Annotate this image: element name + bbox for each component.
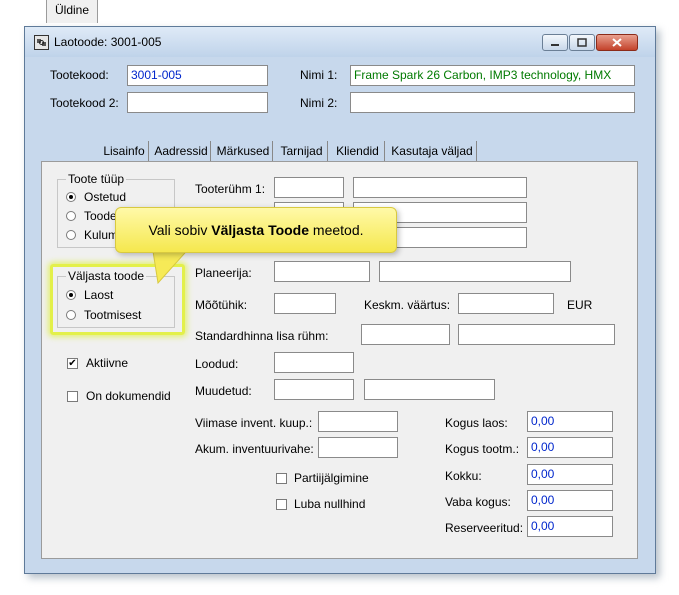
keskm-vaartus-field[interactable] (458, 293, 554, 314)
tab-kliendid[interactable]: Kliendid (331, 141, 385, 162)
maximize-icon (577, 38, 587, 47)
toote-tyyp-title: Toote tüüp (66, 172, 127, 186)
qty-field-kokku[interactable]: 0,00 (527, 464, 613, 485)
radio-kulum-label: Kulum (84, 228, 119, 242)
nimi1-label: Nimi 1: (300, 68, 338, 82)
planeerija-name-field[interactable] (379, 261, 571, 282)
muudetud-user-field[interactable] (364, 379, 495, 400)
aktiivne-label: Aktiivne (86, 356, 129, 370)
radio-toode-label: Toode (84, 209, 117, 223)
standardhinna-name-field[interactable] (458, 324, 615, 345)
tab-label: Kasutaja väljad (391, 144, 473, 158)
viimase-invent-label: Viimase invent. kuup.: (195, 416, 313, 430)
tab-label: Üldine (54, 3, 90, 17)
planeerija-code-field[interactable] (274, 261, 370, 282)
minimize-icon (551, 44, 559, 46)
qty-field-vaba-kogus[interactable]: 0,00 (527, 490, 613, 511)
loodud-label: Loodud: (195, 357, 239, 371)
qty-field-kogus-laos[interactable]: 0,00 (527, 411, 613, 432)
tab-label: Märkused (216, 144, 270, 158)
window-title: Laotoode: 3001-005 (54, 35, 162, 49)
muudetud-label: Muudetud: (195, 384, 252, 398)
tootekood2-label: Tootekood 2: (50, 96, 119, 110)
radio-kulum[interactable] (66, 230, 76, 240)
radio-toode[interactable] (66, 211, 76, 221)
tooteryhm1-label: Tooterühm 1: (195, 182, 266, 196)
luba-nullhind-checkbox[interactable] (276, 499, 287, 510)
maximize-button[interactable] (569, 34, 595, 51)
qty-label-reserveeritud: Reserveeritud: (445, 521, 524, 535)
qty-label-kogus-laos: Kogus laos: (445, 416, 508, 430)
mootyhik-field[interactable] (274, 293, 336, 314)
on-dokumendid-label: On dokumendid (86, 389, 171, 403)
standardhinna-code-field[interactable] (361, 324, 450, 345)
akum-invent-label: Akum. inventuurivahe: (195, 442, 314, 456)
close-icon (612, 38, 622, 47)
callout-suffix: meetod. (309, 222, 364, 238)
aktiivne-checkbox[interactable]: ✔ (67, 358, 78, 369)
tab-kasutaja-valjad[interactable]: Kasutaja väljad (388, 141, 477, 162)
title-bar[interactable]: Laotoode: 3001-005 (25, 27, 655, 57)
app-icon (34, 35, 49, 50)
minimize-button[interactable] (542, 34, 568, 51)
instruction-callout: Vali sobiv Väljasta Toode meetod. (115, 207, 397, 253)
on-dokumendid-checkbox[interactable] (67, 391, 78, 402)
qty-field-kogus-tootm[interactable]: 0,00 (527, 437, 613, 458)
tab-uldine[interactable]: Üldine (46, 0, 98, 23)
viimase-invent-field[interactable] (318, 411, 398, 432)
tootekood-label: Tootekood: (50, 68, 109, 82)
tootekood2-field[interactable] (127, 92, 268, 113)
radio-ostetud[interactable] (66, 192, 76, 202)
tab-label: Kliendid (336, 144, 379, 158)
radio-ostetud-label: Ostetud (84, 190, 127, 204)
tab-label: Aadressid (154, 144, 208, 158)
standardhinna-label: Standardhinna lisa rühm: (195, 329, 329, 343)
akum-invent-field[interactable] (318, 437, 398, 458)
nimi2-field[interactable] (350, 92, 635, 113)
tab-label: Lisainfo (103, 144, 145, 158)
mootyhik-label: Mõõtühik: (195, 298, 248, 312)
loodud-field[interactable] (274, 352, 354, 373)
tab-markused[interactable]: Märkused (214, 141, 273, 162)
tab-aadressid[interactable]: Aadressid (152, 141, 211, 162)
callout-prefix: Vali sobiv (148, 222, 212, 238)
tootekood-field[interactable]: 3001-005 (127, 65, 268, 86)
tooteryhm1-name-field[interactable] (353, 177, 527, 198)
currency-label: EUR (567, 298, 593, 312)
nimi2-label: Nimi 2: (300, 96, 338, 110)
qty-label-kogus-tootm: Kogus tootm.: (445, 442, 520, 456)
close-button[interactable] (596, 34, 638, 51)
muudetud-date-field[interactable] (274, 379, 354, 400)
partiijalgimine-checkbox[interactable] (276, 473, 287, 484)
tab-label: Tarnijad (280, 144, 323, 158)
keskm-vaartus-label: Keskm. väärtus: (364, 298, 451, 312)
luba-nullhind-label: Luba nullhind (294, 497, 366, 511)
tooteryhm1-code-field[interactable] (274, 177, 344, 198)
nimi1-field[interactable]: Frame Spark 26 Carbon, IMP3 technology, … (350, 65, 635, 86)
qty-label-kokku: Kokku: (445, 469, 482, 483)
tab-tarnijad[interactable]: Tarnijad (276, 141, 328, 162)
partiijalgimine-label: Partiijälgimine (294, 471, 369, 485)
qty-field-reserveeritud[interactable]: 0,00 (527, 516, 613, 537)
callout-bold: Väljasta Toode (211, 222, 310, 238)
tab-lisainfo[interactable]: Lisainfo (100, 141, 149, 162)
qty-label-vaba-kogus: Vaba kogus: (445, 495, 511, 509)
